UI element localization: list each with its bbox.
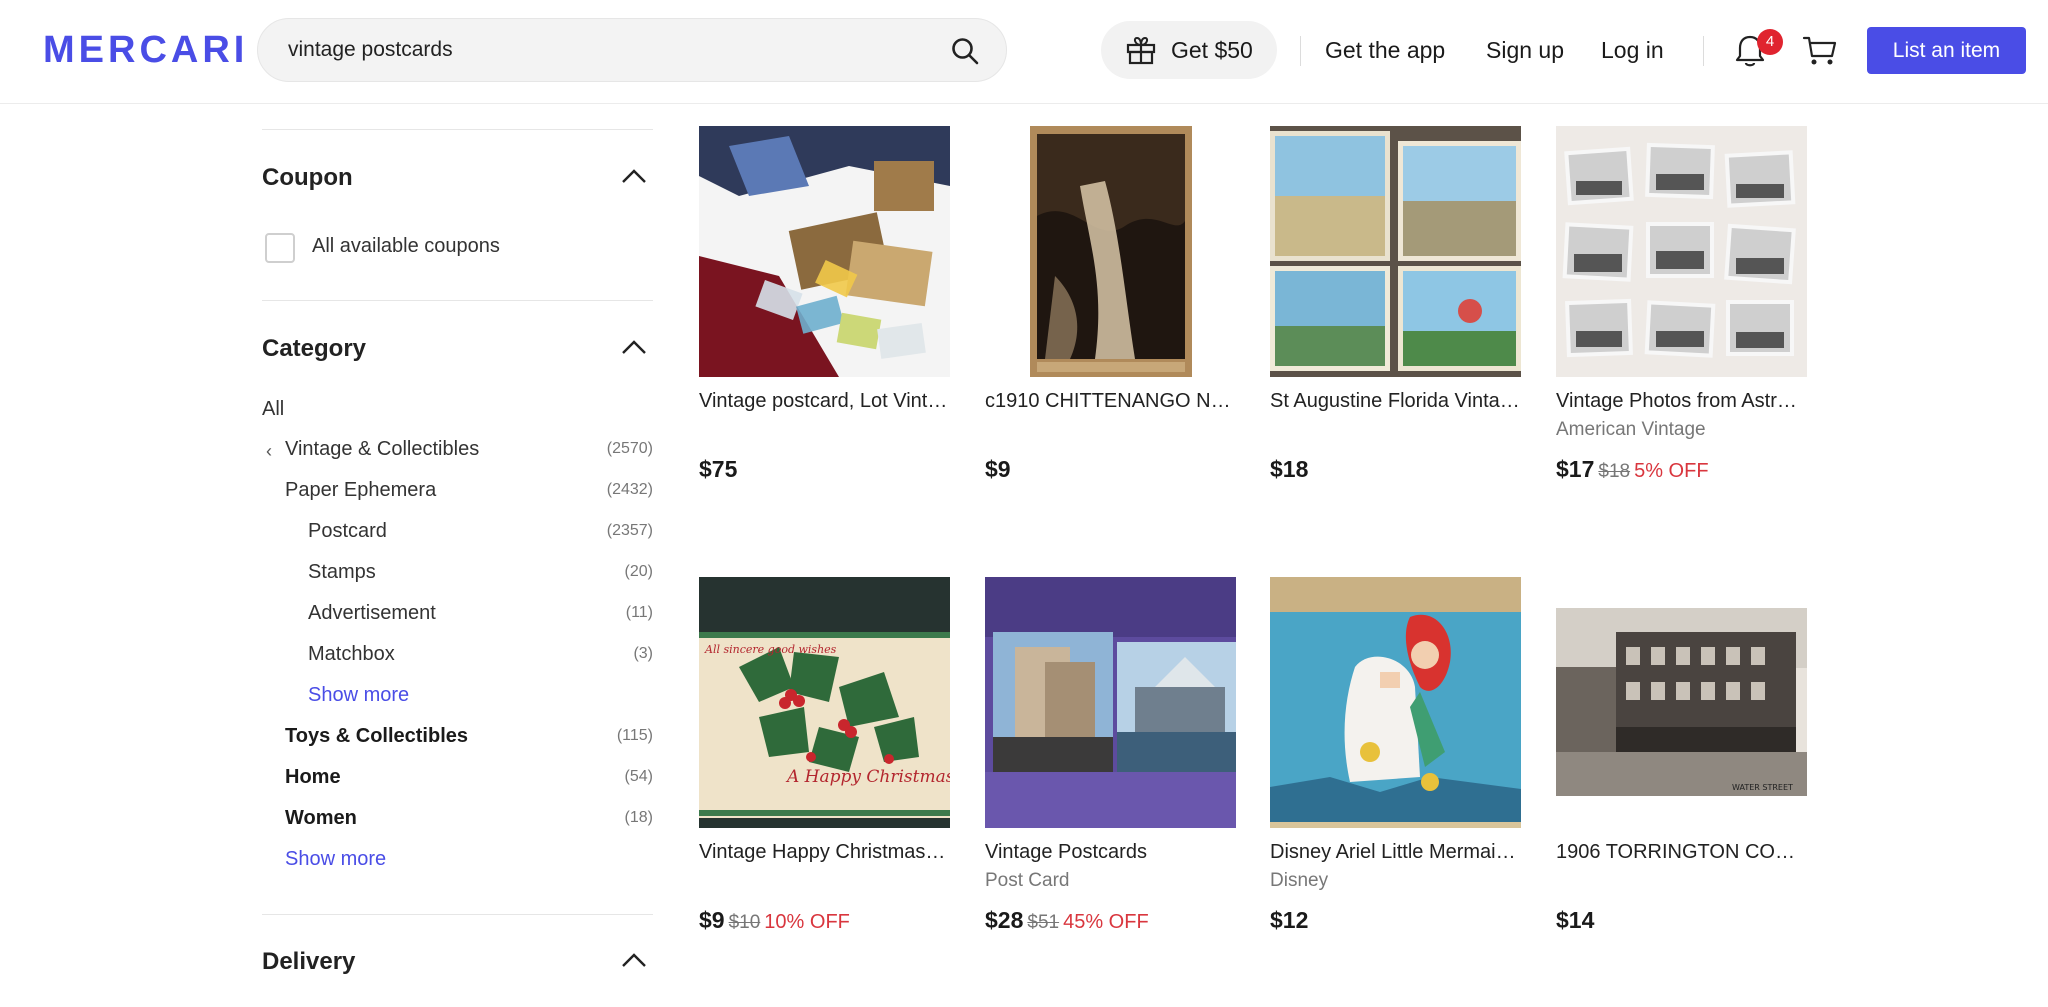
category-count: (2570) bbox=[606, 440, 653, 457]
product-title[interactable]: c1910 CHITTENANGO NY postcard bbox=[985, 388, 1236, 414]
price-row: $17 $18 5% OFF bbox=[1556, 454, 1709, 488]
original-price: $18 bbox=[1598, 461, 1631, 482]
log-in-link[interactable]: Log in bbox=[1601, 34, 1664, 66]
sign-up-link[interactable]: Sign up bbox=[1486, 34, 1564, 66]
category-stamps[interactable]: Stamps bbox=[308, 559, 376, 585]
divider bbox=[262, 129, 653, 130]
product-title[interactable]: Vintage Postcards bbox=[985, 839, 1236, 865]
price-row: $9 bbox=[985, 454, 1011, 488]
discount-label: 10% OFF bbox=[764, 911, 850, 933]
postcard-greeting-text: All sincere good wishes bbox=[704, 643, 837, 656]
price-row: $14 bbox=[1556, 905, 1594, 939]
product-price: $9 bbox=[985, 456, 1011, 482]
product-price: $12 bbox=[1270, 907, 1309, 933]
product-image[interactable]: WATER STREET bbox=[1556, 577, 1807, 828]
chevron-up-icon[interactable] bbox=[621, 339, 647, 355]
chevron-up-icon[interactable] bbox=[621, 168, 647, 184]
category-count: (2432) bbox=[606, 481, 653, 498]
original-price: $10 bbox=[728, 912, 761, 933]
show-more-link[interactable]: Show more bbox=[285, 846, 386, 872]
gift-icon bbox=[1126, 36, 1156, 65]
product-title[interactable]: Vintage Happy Christmas Postcard bbox=[699, 839, 950, 865]
discount-label: 45% OFF bbox=[1063, 911, 1149, 933]
category-count: (54) bbox=[624, 768, 653, 785]
get-50-label: Get $50 bbox=[1171, 36, 1253, 63]
product-image[interactable] bbox=[1556, 126, 1807, 377]
coupon-checkbox-label[interactable]: All available coupons bbox=[312, 235, 500, 258]
discount-label: 5% OFF bbox=[1634, 460, 1709, 482]
delivery-section-title[interactable]: Delivery bbox=[262, 948, 355, 976]
product-brand: American Vintage bbox=[1556, 419, 1706, 440]
product-image[interactable] bbox=[1270, 126, 1521, 377]
header-divider bbox=[1703, 36, 1704, 66]
category-paper-ephemera[interactable]: Paper Ephemera bbox=[285, 477, 436, 503]
notification-badge: 4 bbox=[1757, 29, 1783, 55]
category-matchbox[interactable]: Matchbox bbox=[308, 641, 395, 667]
product-image[interactable] bbox=[985, 577, 1236, 828]
search-icon[interactable] bbox=[950, 36, 980, 66]
product-brand: Disney bbox=[1270, 870, 1329, 891]
category-vintage-collectibles[interactable]: Vintage & Collectibles bbox=[285, 436, 479, 462]
coupon-section-title[interactable]: Coupon bbox=[262, 164, 353, 192]
product-price: $28 bbox=[985, 907, 1024, 933]
product-title[interactable]: Vintage Photos from Astroworld bbox=[1556, 388, 1807, 414]
get-the-app-link[interactable]: Get the app bbox=[1325, 34, 1445, 66]
product-price: $75 bbox=[699, 456, 738, 482]
category-count: (3) bbox=[633, 645, 653, 662]
category-home[interactable]: Home bbox=[285, 764, 341, 790]
chevron-up-icon[interactable] bbox=[621, 952, 647, 968]
category-section-title[interactable]: Category bbox=[262, 335, 366, 363]
category-count: (18) bbox=[624, 809, 653, 826]
show-more-link[interactable]: Show more bbox=[308, 682, 409, 708]
price-row: $28 $51 45% OFF bbox=[985, 905, 1149, 939]
category-advertisement[interactable]: Advertisement bbox=[308, 600, 436, 626]
postcard-caption-text: WATER STREET bbox=[1732, 783, 1793, 792]
product-price: $14 bbox=[1556, 907, 1595, 933]
divider bbox=[262, 300, 653, 301]
cart-icon[interactable] bbox=[1802, 33, 1838, 69]
category-all[interactable]: All bbox=[262, 396, 284, 422]
product-title[interactable]: Vintage postcard, Lot Vintage postcards bbox=[699, 388, 950, 414]
postcard-title-text: A Happy Christmas bbox=[785, 767, 950, 787]
coupon-checkbox[interactable] bbox=[265, 233, 295, 263]
list-an-item-button[interactable]: List an item bbox=[1867, 27, 2026, 74]
search-input[interactable] bbox=[288, 19, 928, 81]
category-toys-collectibles[interactable]: Toys & Collectibles bbox=[285, 723, 468, 749]
category-count: (2357) bbox=[606, 522, 653, 539]
price-row: $9 $10 10% OFF bbox=[699, 905, 850, 939]
search-bar[interactable] bbox=[257, 18, 1007, 82]
product-title[interactable]: 1906 TORRINGTON CONN postcard bbox=[1556, 839, 1807, 865]
filter-sidebar: Coupon All available coupons Category Al… bbox=[262, 104, 653, 1007]
category-count: (20) bbox=[624, 563, 653, 580]
get-50-button[interactable]: Get $50 bbox=[1101, 21, 1277, 79]
category-women[interactable]: Women bbox=[285, 805, 357, 831]
product-image[interactable] bbox=[985, 126, 1236, 377]
product-price: $18 bbox=[1270, 456, 1309, 482]
price-row: $18 bbox=[1270, 454, 1308, 488]
product-brand: Post Card bbox=[985, 870, 1070, 891]
product-price: $9 bbox=[699, 907, 725, 933]
mercari-logo[interactable]: MERCARI bbox=[43, 26, 248, 74]
header-divider bbox=[1300, 36, 1301, 66]
chevron-left-icon[interactable]: ‹ bbox=[266, 438, 272, 464]
product-title[interactable]: St Augustine Florida Vintage Postcards bbox=[1270, 388, 1521, 414]
top-header: MERCARI Get $50 Get the app Sign up Log … bbox=[0, 0, 2048, 104]
product-image[interactable]: All sincere good wishes A Happy Christma… bbox=[699, 577, 950, 828]
price-row: $75 bbox=[699, 454, 737, 488]
product-image[interactable] bbox=[1270, 577, 1521, 828]
category-count: (11) bbox=[625, 604, 653, 621]
product-price: $17 bbox=[1556, 456, 1595, 482]
category-postcard[interactable]: Postcard bbox=[308, 518, 387, 544]
product-image[interactable] bbox=[699, 126, 950, 377]
price-row: $12 bbox=[1270, 905, 1308, 939]
original-price: $51 bbox=[1027, 912, 1060, 933]
category-count: (115) bbox=[616, 727, 653, 744]
divider bbox=[262, 914, 653, 915]
product-title[interactable]: Disney Ariel Little Mermaid Postcard bbox=[1270, 839, 1521, 865]
